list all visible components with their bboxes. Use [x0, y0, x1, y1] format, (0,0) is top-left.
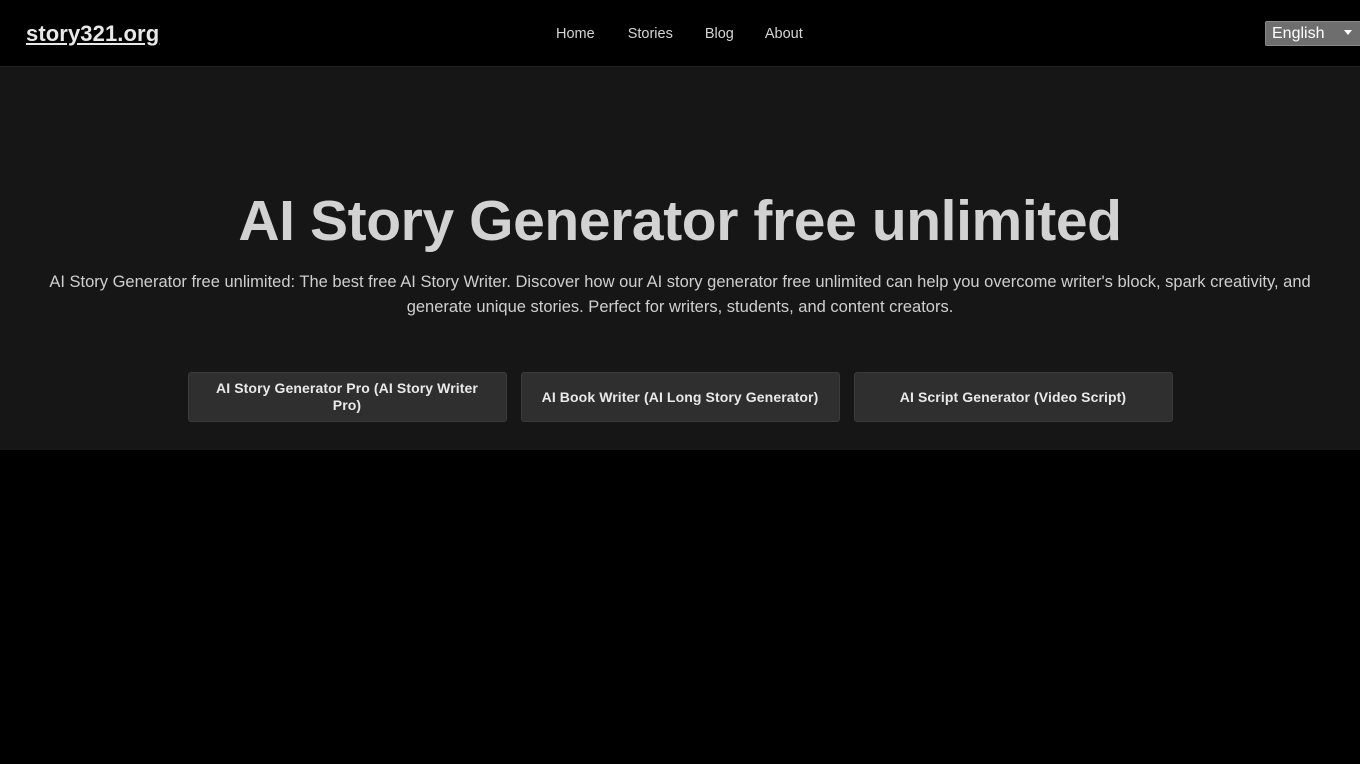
ai-story-generator-pro-button[interactable]: AI Story Generator Pro (AI Story Writer …: [187, 372, 507, 422]
site-logo[interactable]: story321.org: [26, 21, 159, 47]
nav-item-stories[interactable]: Stories: [628, 24, 673, 44]
page-title: AI Story Generator free unlimited: [238, 189, 1122, 253]
ai-book-writer-button[interactable]: AI Book Writer (AI Long Story Generator): [520, 372, 840, 422]
site-header: story321.org Home Stories Blog About Eng…: [0, 0, 1360, 67]
nav-item-about[interactable]: About: [765, 24, 803, 44]
main-navigation: Home Stories Blog About: [556, 24, 803, 44]
language-select[interactable]: English: [1265, 21, 1360, 46]
hero-cta-row: AI Story Generator Pro (AI Story Writer …: [0, 372, 1360, 422]
hero-section: AI Story Generator free unlimited AI Sto…: [0, 67, 1360, 450]
nav-item-home[interactable]: Home: [556, 24, 595, 44]
ai-script-generator-button[interactable]: AI Script Generator (Video Script): [853, 372, 1173, 422]
hero-subtitle: AI Story Generator free unlimited: The b…: [49, 273, 1311, 316]
nav-item-blog[interactable]: Blog: [705, 24, 734, 44]
generator-section: Try AI Story Generator free unlimited St…: [0, 450, 1360, 764]
language-selector[interactable]: English: [1265, 21, 1360, 46]
